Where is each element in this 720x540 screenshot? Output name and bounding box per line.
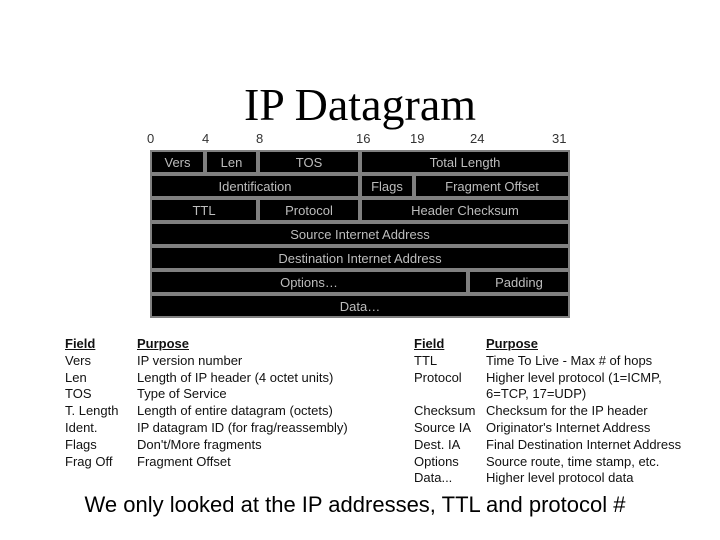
field-source-internet-address: Source Internet Address [150,222,570,246]
field-name: Flags [65,436,97,452]
right-field-table: Field Purpose TTL Time To Live - Max # of h… [414,336,714,487]
field-ttl: TTL [150,198,258,222]
field-purpose: Higher level protocol (1=ICMP, [486,369,662,385]
field-name: Checksum [414,403,476,419]
field-purpose: IP version number [137,352,243,368]
field-name: Data... [414,470,453,486]
field-name: Len [65,369,87,385]
table-row: Checksum Checksum for the IP header [414,403,714,420]
field-identification: Identification [150,174,360,198]
table-row: TTL Time To Live - Max # of hops [414,353,714,370]
field-purpose: Final Destination Internet Address [486,436,682,452]
field-purpose: Source route, time stamp, etc. [486,453,660,469]
field-data: Data… [150,294,570,318]
bit-label-19: 19 [410,131,425,146]
field-name: Protocol [414,369,462,385]
field-purpose: Higher level protocol data [486,470,634,486]
field-purpose: Length of IP header (4 octet units) [137,369,334,385]
left-field-table: Field Purpose Vers IP version number Len Leng… [65,336,385,470]
table-row: Options Source route, time stamp, etc. [414,454,714,471]
table-row: Flags Don't/More fragments [65,437,385,454]
table-header: Field Purpose [65,336,385,353]
field-len: Len [205,150,258,174]
field-purpose: Fragment Offset [137,453,231,469]
field-vers: Vers [150,150,205,174]
footer-note: We only looked at the IP addresses, TTL … [84,492,626,517]
table-row: 6=TCP, 17=UDP) [414,386,714,403]
field-purpose: Type of Service [137,386,227,402]
table-header: Field Purpose [414,336,714,353]
field-purpose: Checksum for the IP header [486,403,648,419]
field-protocol: Protocol [258,198,360,222]
table-row: Source IA Originator's Internet Address [414,420,714,437]
field-name: Vers [65,352,92,368]
field-name: TTL [414,352,438,368]
bit-label-8: 8 [256,131,264,146]
field-padding: Padding [468,270,570,294]
table-row: Frag Off Fragment Offset [65,454,385,471]
field-destination-internet-address: Destination Internet Address [150,246,570,270]
field-purpose: Originator's Internet Address [486,419,651,435]
field-header: Field [65,336,96,351]
field-header-checksum: Header Checksum [360,198,570,222]
field-name: Options [414,453,459,469]
table-row: Len Length of IP header (4 octet units) [65,370,385,387]
purpose-header: Purpose [486,336,539,351]
field-purpose: Time To Live - Max # of hops [486,352,653,368]
field-purpose: IP datagram ID (for frag/reassembly) [137,419,348,435]
field-total-length: Total Length [360,150,570,174]
field-name: Ident. [65,419,98,435]
field-name: TOS [65,386,92,402]
field-options: Options… [150,270,468,294]
table-row: Data... Higher level protocol data [414,470,714,487]
field-name: Frag Off [65,453,113,469]
table-row: Protocol Higher level protocol (1=ICMP, [414,370,714,387]
table-row: Ident. IP datagram ID (for frag/reassembl… [65,420,385,437]
field-name: Source IA [414,419,472,435]
table-row: Vers IP version number [65,353,385,370]
field-name: T. Length [65,403,119,419]
field-flags: Flags [360,174,414,198]
field-purpose: Don't/More fragments [137,436,262,452]
bit-label-16: 16 [356,131,371,146]
purpose-header: Purpose [137,336,190,351]
field-name: Dest. IA [414,436,461,452]
table-row: T. Length Length of entire datagram (octe… [65,403,385,420]
field-purpose: 6=TCP, 17=UDP) [486,386,587,402]
page-title: IP Datagram [243,79,477,130]
bit-label-31: 31 [552,131,567,146]
table-row: Dest. IA Final Destination Internet Addre… [414,437,714,454]
field-header: Field [414,336,445,351]
table-row: TOS Type of Service [65,386,385,403]
field-tos: TOS [258,150,360,174]
bit-label-0: 0 [147,131,155,146]
field-purpose: Length of entire datagram (octets) [137,403,333,419]
bit-label-4: 4 [202,131,210,146]
field-fragment-offset: Fragment Offset [414,174,570,198]
bit-label-24: 24 [470,131,485,146]
